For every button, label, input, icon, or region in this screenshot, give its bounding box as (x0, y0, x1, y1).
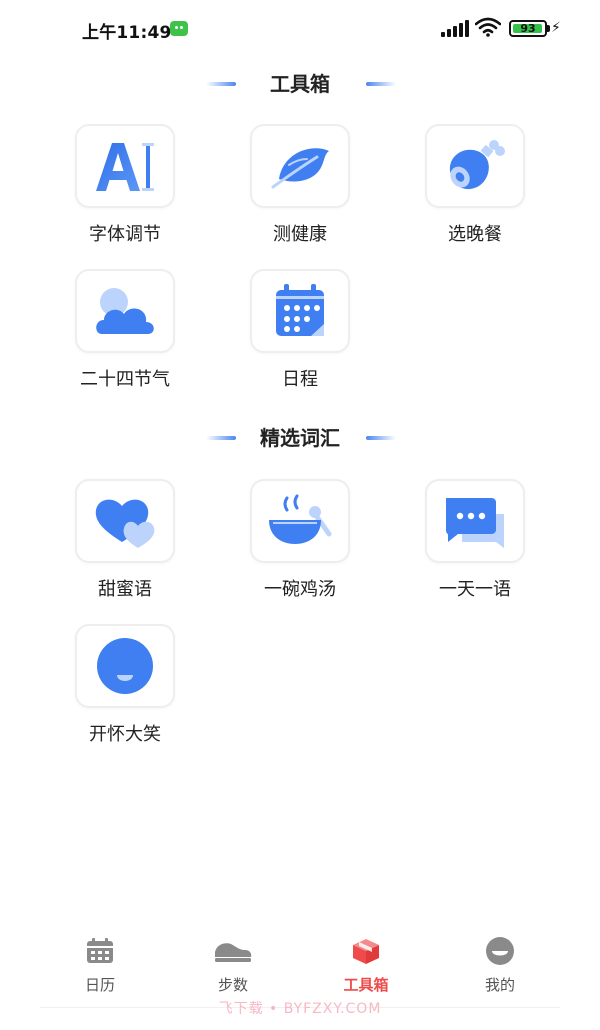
section-header-tools: 工具箱 (0, 69, 600, 99)
tool-label: 二十四节气 (80, 369, 170, 390)
font-size-icon (96, 143, 154, 191)
tool-icon-box[interactable] (75, 624, 175, 708)
watermark: 飞下载 • BYFZXY.COM (218, 1001, 382, 1017)
tool-icon-box[interactable] (425, 124, 525, 208)
calendar-nav-icon (87, 938, 113, 963)
decoration-line (366, 82, 396, 86)
nav-label: 日历 (84, 976, 115, 994)
tool-schedule[interactable]: 日程 (225, 269, 355, 399)
wifi-icon (475, 17, 501, 37)
word-laugh[interactable]: 开怀大笑 (50, 624, 180, 754)
tool-dinner[interactable]: 选晚餐 (400, 124, 530, 254)
tool-icon-box[interactable] (75, 124, 175, 208)
shoe-icon (215, 943, 252, 962)
tool-label: 测健康 (273, 224, 327, 245)
tool-label: 字体调节 (89, 224, 161, 245)
tool-health[interactable]: 测健康 (225, 124, 355, 254)
signal-icon (441, 20, 469, 37)
leaf-icon (271, 148, 329, 189)
word-soup[interactable]: 一碗鸡汤 (225, 479, 355, 609)
status-time: 上午11:49 (82, 23, 172, 43)
section-title: 精选词汇 (260, 426, 340, 450)
soup-bowl-icon (269, 494, 332, 544)
section-title: 工具箱 (270, 72, 330, 96)
tool-icon-box[interactable] (250, 269, 350, 353)
chat-bubbles-icon (446, 498, 504, 548)
tool-label: 选晚餐 (448, 224, 502, 245)
tool-icon-box[interactable] (250, 124, 350, 208)
word-sweet[interactable]: 甜蜜语 (50, 479, 180, 609)
tool-icon-box[interactable] (250, 479, 350, 563)
toolbox-icon (353, 939, 379, 964)
word-daily[interactable]: 一天一语 (400, 479, 530, 609)
tool-label: 一天一语 (439, 579, 511, 600)
nav-item-calendar[interactable]: 日历 (50, 930, 150, 1000)
status-bar: 上午11:49 93 ⚡ (0, 0, 600, 58)
nav-item-steps[interactable]: 步数 (183, 930, 283, 1000)
section-header-words: 精选词汇 (0, 423, 600, 453)
tool-label: 日程 (282, 369, 318, 390)
screen: 上午11:49 93 ⚡ 工具箱 字体调节 测健康 选晚餐 二十四节气 日程 精… (0, 0, 600, 1030)
charging-icon: ⚡ (551, 20, 561, 36)
tool-icon-box[interactable] (75, 479, 175, 563)
nav-label: 我的 (484, 976, 515, 994)
tool-label: 一碗鸡汤 (264, 579, 336, 600)
tool-icon-box[interactable] (425, 479, 525, 563)
nav-label: 工具箱 (343, 976, 389, 994)
app-notification-icon (170, 21, 188, 36)
nav-item-toolbox[interactable]: 工具箱 (316, 930, 416, 1000)
battery-level: 93 (520, 22, 536, 35)
nav-label: 步数 (217, 976, 248, 994)
nav-item-profile[interactable]: 我的 (450, 930, 550, 1000)
calendar-icon (276, 284, 324, 336)
smile-face-icon (97, 638, 153, 694)
tool-solar-terms[interactable]: 二十四节气 (50, 269, 180, 399)
tool-label: 开怀大笑 (89, 724, 161, 745)
tool-label: 甜蜜语 (98, 579, 152, 600)
battery-icon: 93 (509, 20, 547, 37)
cloud-sun-icon (96, 288, 154, 334)
profile-face-icon (486, 937, 514, 965)
tool-icon-box[interactable] (75, 269, 175, 353)
hearts-icon (95, 499, 155, 548)
meat-drumstick-icon (449, 140, 505, 190)
tool-font-size[interactable]: 字体调节 (50, 124, 180, 254)
decoration-line (366, 436, 396, 440)
